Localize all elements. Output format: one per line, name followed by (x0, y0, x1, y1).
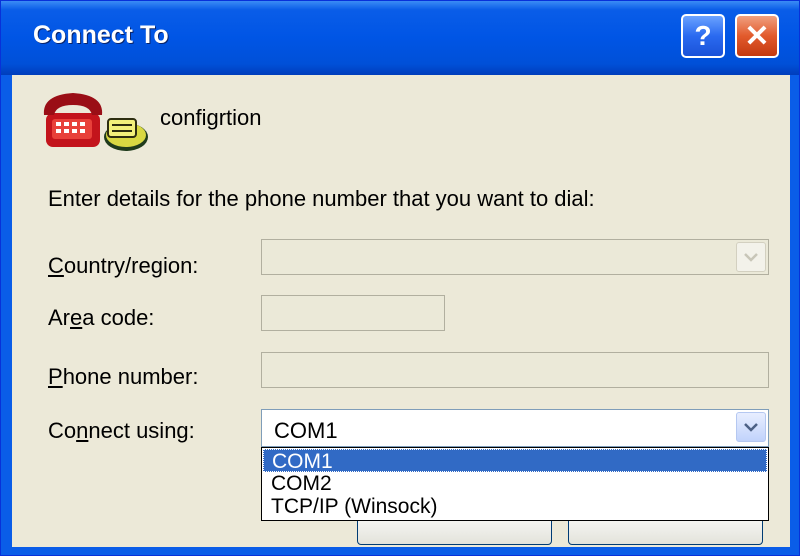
window-border-left (1, 75, 12, 555)
area-label-pre: Ar (48, 305, 70, 330)
area-code-label: Area code: (48, 305, 154, 331)
window-border-bottom (1, 547, 799, 555)
connect-hotkey: n (76, 418, 89, 443)
close-button[interactable]: ✕ (735, 14, 779, 58)
close-icon: ✕ (744, 19, 770, 53)
chevron-down-icon (744, 253, 758, 262)
dropdown-option-tcpip[interactable]: TCP/IP (Winsock) (263, 495, 767, 518)
phone-label-rest: hone number: (62, 364, 199, 389)
area-code-input[interactable] (261, 295, 445, 331)
connect-label-post: nect using: (88, 418, 195, 443)
window-title: Connect To (33, 21, 169, 49)
window-border-right (790, 75, 799, 555)
country-hotkey: C (48, 253, 64, 278)
area-label-post: a code: (82, 305, 155, 330)
dropdown-option-com2[interactable]: COM2 (263, 472, 767, 495)
connection-name: configrtion (160, 105, 262, 130)
country-region-select[interactable] (261, 239, 769, 275)
connect-to-dialog: Connect To ? ✕ configrtion Enter details… (0, 0, 800, 556)
connect-using-value: COM1 (274, 418, 338, 443)
country-region-label: Country/region: (48, 253, 198, 279)
country-label-rest: ountry/region: (63, 253, 199, 278)
phone-icon (43, 93, 148, 151)
connect-using-label: Connect using: (48, 418, 195, 444)
phone-number-label: Phone number: (48, 364, 198, 390)
title-bar[interactable]: Connect To ? ✕ (1, 1, 799, 75)
dropdown-option-com1[interactable]: COM1 (263, 449, 767, 473)
connect-using-dropdown-list: COM1 COM2 TCP/IP (Winsock) (261, 447, 769, 521)
phone-number-input[interactable] (261, 352, 769, 388)
help-icon: ? (694, 20, 712, 51)
help-button[interactable]: ? (681, 14, 725, 58)
phone-hotkey: P (48, 364, 63, 389)
connect-label-pre: Co (48, 418, 77, 443)
chevron-down-icon (744, 423, 758, 432)
dialog-body: configrtion Enter details for the phone … (12, 75, 790, 547)
area-hotkey: e (70, 305, 83, 330)
instructions-text: Enter details for the phone number that … (48, 186, 595, 211)
connect-dropdown-button[interactable] (736, 412, 766, 442)
connect-using-select[interactable]: COM1 (261, 409, 769, 447)
country-dropdown-button[interactable] (736, 242, 766, 272)
